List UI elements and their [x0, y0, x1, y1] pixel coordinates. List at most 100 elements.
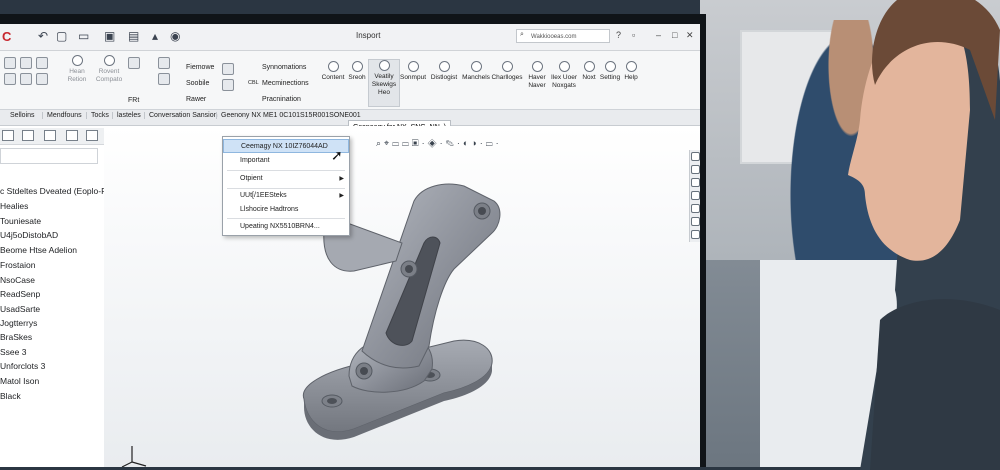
- tree-item[interactable]: UsadSarte: [0, 304, 40, 314]
- circle-icon[interactable]: [36, 57, 48, 69]
- tree-item[interactable]: Matol Ison: [0, 376, 39, 386]
- tree-item[interactable]: Beome Htse Adelion: [0, 245, 77, 255]
- tree-toolbar: [0, 128, 104, 145]
- close-icon[interactable]: ✕: [686, 30, 694, 41]
- pattern-icon[interactable]: [158, 73, 170, 85]
- forum-icon[interactable]: [691, 230, 700, 239]
- resources-icon[interactable]: [691, 152, 700, 161]
- view-palette-icon[interactable]: [691, 191, 700, 200]
- sreoh-icon: [351, 61, 363, 72]
- tab-selloins[interactable]: Selloins: [10, 112, 35, 119]
- maximize-icon[interactable]: –: [656, 30, 661, 40]
- file-explorer-icon[interactable]: [691, 178, 700, 187]
- tree-item[interactable]: Touniesate: [0, 216, 41, 226]
- ribbon-item-4[interactable]: Mecminections: [262, 80, 309, 87]
- cut-icon[interactable]: [128, 57, 140, 69]
- ribbon-button-left-0[interactable]: Hean Retion: [62, 55, 92, 84]
- ribbon-button-ilex[interactable]: Ilex Uoer Noxgats: [550, 61, 578, 90]
- ribbon-item-0[interactable]: Fiemowe: [186, 64, 214, 71]
- help-icon[interactable]: ?: [616, 30, 621, 40]
- info-icon: [378, 60, 390, 71]
- arc-icon[interactable]: [4, 73, 16, 85]
- menu-item-llshocire[interactable]: Llshocire Hadtrons: [223, 203, 349, 217]
- mirror-icon[interactable]: [222, 63, 234, 75]
- feature-manager-icon[interactable]: [2, 130, 14, 141]
- spline-icon[interactable]: [36, 73, 48, 85]
- design-library-icon[interactable]: [691, 165, 700, 174]
- ribbon-button-manchels[interactable]: Manchels: [460, 61, 492, 82]
- tree-item[interactable]: Healies: [0, 201, 28, 211]
- ribbon-button-haver[interactable]: Haver Naver: [526, 61, 548, 90]
- ribbon-item-1[interactable]: Soobile: [186, 80, 209, 87]
- ribbon-button-help[interactable]: Help: [622, 61, 640, 82]
- tree-item[interactable]: Frostaion: [0, 260, 35, 270]
- fillet-icon[interactable]: [158, 57, 170, 69]
- tree-item[interactable]: ReadSenp: [0, 289, 40, 299]
- menu-item-uut-esteks[interactable]: UUt[/1EESteks ▶: [223, 189, 349, 203]
- minimize-icon[interactable]: ▫: [632, 30, 635, 40]
- sonmput-icon: [407, 61, 419, 72]
- ribbon-button-left-1[interactable]: Rovent Compato: [94, 55, 124, 84]
- sketch-icon[interactable]: [4, 57, 16, 69]
- haver-icon: [531, 61, 543, 72]
- ribbon-button-setting[interactable]: Setting: [598, 61, 622, 82]
- open-icon[interactable]: ▭: [78, 30, 90, 42]
- shell-icon[interactable]: [222, 79, 234, 91]
- tree-item[interactable]: BraSkes: [0, 332, 32, 342]
- options-icon[interactable]: ▴: [152, 30, 164, 42]
- noxt-icon: [583, 61, 595, 72]
- title-bar: C ↶ ▢ ▭ ▣ ▤ ▴ ◉ Insport Wakkiooeas.com ⌕…: [0, 24, 700, 51]
- ribbon-button-charlloges[interactable]: Charlloges: [491, 61, 523, 82]
- monitor: C ↶ ▢ ▭ ▣ ▤ ▴ ◉ Insport Wakkiooeas.com ⌕…: [0, 14, 706, 467]
- display-manager-icon[interactable]: [86, 130, 98, 141]
- dim-expert-icon[interactable]: [66, 130, 78, 141]
- menu-item-upeating[interactable]: Upeating NX5510BRN4...: [223, 220, 349, 234]
- tree-header[interactable]: c Stdeltes Dveated (Eoplo-Ra: [0, 186, 112, 196]
- restore-icon[interactable]: □: [672, 30, 677, 40]
- app-logo-icon[interactable]: C: [2, 29, 11, 44]
- tree-item[interactable]: U4j5oDistobAD: [0, 230, 58, 240]
- command-ribbon: Hean Retion Rovent Compato FRt Fiemowe S…: [0, 51, 700, 110]
- tree-item[interactable]: Black: [0, 391, 21, 401]
- charlloges-icon: [501, 61, 513, 72]
- tab-tocks[interactable]: Tocks: [86, 112, 109, 119]
- ribbon-item-2[interactable]: Rawer: [186, 96, 206, 103]
- ribbon-button-sonmput[interactable]: Sonmput: [398, 61, 428, 82]
- ribbon-frt-label[interactable]: FRt: [128, 97, 139, 104]
- new-file-icon[interactable]: ▢: [56, 30, 68, 42]
- line-icon[interactable]: [20, 57, 32, 69]
- property-manager-icon[interactable]: [22, 130, 34, 141]
- rectangle-icon[interactable]: [20, 73, 32, 85]
- ribbon-item-5[interactable]: Pracnination: [262, 96, 301, 103]
- heads-up-view-toolbar[interactable]: ⌕⌖▭▭▣·◈·✎·◐◑·▭·: [376, 138, 502, 149]
- tree-item[interactable]: NsoCase: [0, 275, 35, 285]
- rebuild-icon[interactable]: ◉: [170, 30, 182, 42]
- task-pane-bar: [689, 150, 700, 242]
- tree-item[interactable]: Ssee 3: [0, 347, 26, 357]
- revolve-icon: [103, 55, 115, 66]
- menu-separator: [227, 218, 345, 219]
- search-icon: ⌕: [520, 31, 524, 38]
- ribbon-button-veatily[interactable]: Veatily Skewigs Heo: [368, 59, 400, 107]
- tree-filter-input[interactable]: [0, 148, 98, 164]
- tab-geenony[interactable]: Geenony NX ME1 0C101S15R001SONE001: [216, 112, 361, 119]
- tree-item[interactable]: Jogtterrys: [0, 318, 37, 328]
- tab-conversation-sansion[interactable]: Conversation Sansion: [144, 112, 218, 119]
- ribbon-button-noxt[interactable]: Noxt: [580, 61, 598, 82]
- appearances-icon[interactable]: [691, 204, 700, 213]
- menu-item-otpient[interactable]: Otpient ▶: [223, 172, 349, 186]
- gear-icon: [604, 61, 616, 72]
- ribbon-button-distlogist[interactable]: Distlogist: [428, 61, 460, 82]
- save-icon[interactable]: ▣: [104, 30, 116, 42]
- search-input[interactable]: Wakkiooeas.com: [516, 29, 610, 43]
- undo-icon[interactable]: ↶: [38, 30, 50, 42]
- tab-lasteles[interactable]: lasteles: [112, 112, 141, 119]
- ribbon-button-sreoh[interactable]: Sreoh: [344, 61, 370, 82]
- ribbon-item-3[interactable]: Synnomations: [262, 64, 306, 71]
- tab-mendfouns[interactable]: Mendfouns: [42, 112, 82, 119]
- config-manager-icon[interactable]: [44, 130, 56, 141]
- graphics-viewport[interactable]: ⌕⌖▭▭▣·◈·✎·◐◑·▭·: [104, 126, 700, 467]
- tree-item[interactable]: Unforclots 3: [0, 361, 45, 371]
- print-icon[interactable]: ▤: [128, 30, 140, 42]
- custom-properties-icon[interactable]: [691, 217, 700, 226]
